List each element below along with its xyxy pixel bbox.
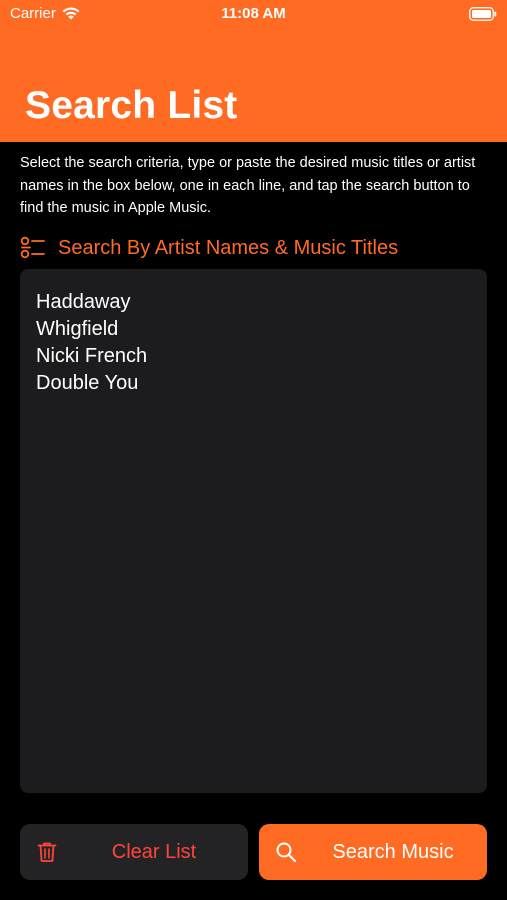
search-list-textarea[interactable]: Haddaway Whigfield Nicki French Double Y… bbox=[20, 269, 487, 793]
list-line: Whigfield bbox=[36, 318, 119, 340]
search-music-button[interactable]: Search Music bbox=[259, 824, 487, 880]
page-title: Search List bbox=[25, 84, 238, 127]
list-settings-icon bbox=[20, 236, 45, 259]
clear-list-label: Clear List bbox=[111, 841, 197, 863]
search-icon bbox=[276, 842, 297, 863]
status-time: 11:08 AM bbox=[221, 5, 286, 22]
search-criteria-label: Search By Artist Names & Music Titles bbox=[58, 236, 399, 259]
instructions-text: Select the search criteria, type or past… bbox=[20, 155, 476, 216]
trash-icon bbox=[37, 842, 57, 862]
list-line: Haddaway bbox=[36, 291, 131, 313]
battery-icon bbox=[469, 7, 497, 21]
status-bar: Carrier 11:08 AM bbox=[0, 0, 507, 30]
search-music-label: Search Music bbox=[332, 841, 454, 863]
search-criteria-selector[interactable]: Search By Artist Names & Music Titles bbox=[20, 234, 398, 262]
header: Carrier 11:08 AM Search List bbox=[0, 0, 507, 142]
clear-list-button[interactable]: Clear List bbox=[20, 824, 248, 880]
list-line: Double You bbox=[36, 372, 139, 394]
list-line: Nicki French bbox=[36, 345, 148, 367]
